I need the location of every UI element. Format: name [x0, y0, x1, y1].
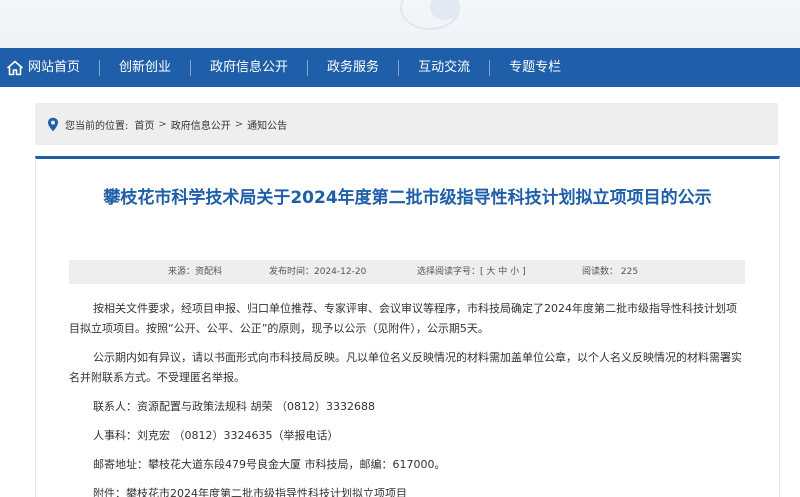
article-source: 来源：资配科: [168, 267, 223, 277]
article-meta-bar: 来源：资配科 发布时间：2024-12-20 选择阅读字号：[ 大 中 小 ] …: [69, 260, 745, 284]
article-title: 攀枝花市科学技术局关于2024年度第二批市级指导性科技计划拟立项项目的公示: [103, 188, 712, 208]
font-size-medium[interactable]: 中: [498, 267, 507, 277]
header-banner: [0, 0, 800, 48]
breadcrumb-separator: >: [158, 118, 167, 130]
article-publish-date: 发布时间：2024-12-20: [269, 267, 367, 277]
nav-divider: [489, 59, 491, 76]
article-panel: 攀枝花市科学技术局关于2024年度第二批市级指导性科技计划拟立项项目的公示 来源…: [35, 156, 780, 497]
breadcrumb-separator: >: [234, 118, 244, 130]
nav-home-label: 网站首页: [28, 60, 81, 75]
font-size-large[interactable]: 大: [486, 267, 495, 277]
nav-gov-info[interactable]: 政府信息公开: [197, 48, 301, 87]
location-pin-icon: [48, 117, 58, 131]
breadcrumb: 您当前的位置: 首页 > 政府信息公开 > 通知公告: [35, 103, 778, 145]
article-body: 按相关文件要求，经项目申报、归口单位推荐、专家评审、会议审议等程序，市科技局确定…: [69, 299, 745, 497]
mailing-address: 邮寄地址：攀枝花大道东段479号良金大厦 市科技局，邮编：617000。: [93, 458, 446, 471]
nav-home[interactable]: 网站首页: [0, 48, 93, 87]
font-size-label-text: 选择阅读字号：[: [417, 267, 484, 277]
breadcrumb-prefix: 您当前的位置:: [65, 120, 129, 132]
attachment-link[interactable]: 附件：攀枝花市2024年度第二批市级指导性科技计划拟立项项目: [69, 484, 745, 497]
nav-divider: [307, 59, 309, 76]
personnel-contact: 人事科：刘克宏 （0812）3324635（举报电话）: [93, 429, 339, 442]
contact-person: 联系人：资源配置与政策法规科 胡荣 （0812）3332688: [93, 400, 375, 413]
nav-innovation[interactable]: 创新创业: [106, 48, 184, 87]
nav-divider: [99, 59, 101, 76]
article-paragraph: 按相关文件要求，经项目申报、归口单位推荐、专家评审、会议审议等程序，市科技局确定…: [69, 302, 737, 335]
font-size-label: 选择阅读字号：[ 大 中 小 ]: [417, 260, 526, 284]
article-paragraph: 公示期内如有异议，请以书面形式向市科技局反映。凡以单位名义反映情况的材料需加盖单…: [69, 351, 742, 384]
nav-divider: [398, 59, 400, 76]
article-views: 阅读数： 225: [582, 267, 639, 277]
breadcrumb-notices-link[interactable]: 通知公告: [247, 117, 287, 132]
nav-special-topics[interactable]: 专题专栏: [496, 48, 574, 87]
nav-divider: [190, 59, 192, 76]
breadcrumb-gov-info-link[interactable]: 政府信息公开: [171, 117, 231, 132]
home-icon: [6, 60, 24, 75]
nav-gov-services[interactable]: 政务服务: [314, 48, 392, 87]
breadcrumb-home-link[interactable]: 首页: [134, 117, 154, 132]
font-size-bracket: ]: [522, 267, 526, 277]
main-nav: 网站首页 创新创业 政府信息公开 政务服务 互动交流 专题专栏: [0, 48, 800, 87]
nav-interaction[interactable]: 互动交流: [405, 48, 483, 87]
font-size-small[interactable]: 小: [510, 267, 519, 277]
